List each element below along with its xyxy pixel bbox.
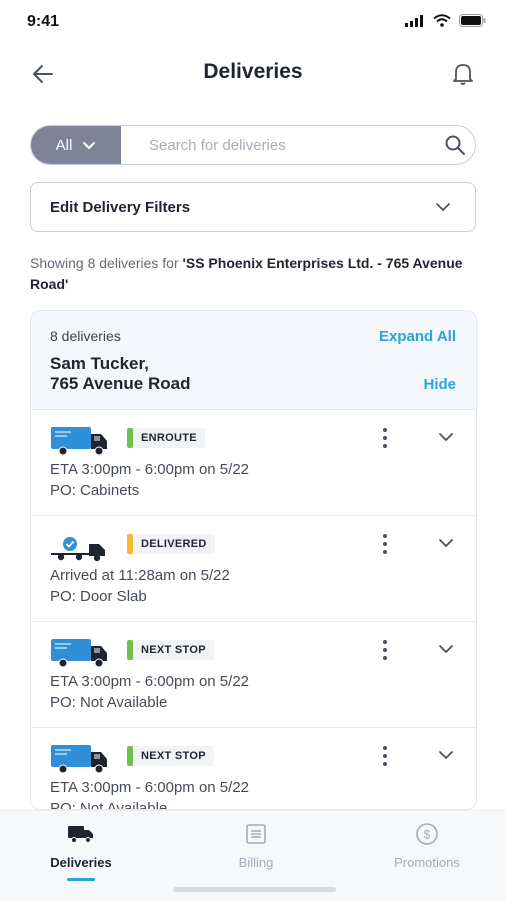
search-icon	[445, 135, 465, 155]
delivery-row[interactable]: NEXT STOP ETA 3:00pm - 6:00pm on 5/22 PO…	[31, 622, 476, 728]
signal-icon	[405, 14, 423, 27]
more-options-button[interactable]	[378, 532, 392, 556]
search-button[interactable]	[435, 126, 475, 164]
kebab-dot	[383, 534, 387, 538]
kebab-dot	[383, 428, 387, 432]
edit-filters-button[interactable]: Edit Delivery Filters	[30, 182, 476, 232]
tab-promotions[interactable]: $ Promotions	[367, 821, 487, 870]
kebab-dot	[383, 746, 387, 750]
status-badge: NEXT STOP	[127, 746, 214, 766]
delivery-eta: ETA 3:00pm - 6:00pm on 5/22	[50, 673, 250, 690]
tab-billing[interactable]: Billing	[196, 821, 316, 870]
tab-label: Promotions	[394, 855, 460, 870]
kebab-dot	[383, 444, 387, 448]
truck-icon	[51, 427, 107, 456]
delivery-po: PO: Not Available	[50, 800, 168, 810]
battery-icon	[459, 14, 486, 27]
chevron-down-icon	[83, 141, 96, 149]
tab-label: Billing	[238, 855, 274, 870]
kebab-dot	[383, 754, 387, 758]
status-color-bar	[127, 534, 133, 554]
customer-line-2: 765 Avenue Road	[50, 374, 191, 393]
delivered-truck-icon	[51, 537, 105, 562]
status-label: DELIVERED	[141, 538, 207, 550]
customer-line-1: Sam Tucker,	[50, 354, 149, 373]
chevron-down-icon	[439, 751, 453, 760]
truck-icon	[68, 826, 93, 843]
status-label: NEXT STOP	[141, 750, 206, 762]
results-summary: Showing 8 deliveries for 'SS Phoenix Ent…	[30, 253, 480, 295]
chevron-down-icon	[439, 539, 453, 548]
tab-deliveries[interactable]: Deliveries	[21, 821, 141, 881]
expand-row-button[interactable]	[436, 430, 456, 446]
dollar-badge-icon: $	[416, 823, 438, 845]
app-header: Deliveries	[0, 50, 506, 98]
status-badge: DELIVERED	[127, 534, 215, 554]
home-indicator	[173, 887, 336, 892]
expand-row-button[interactable]	[436, 642, 456, 658]
kebab-dot	[383, 640, 387, 644]
bell-icon	[453, 64, 473, 85]
status-badge: ENROUTE	[127, 428, 205, 448]
status-icons	[405, 14, 486, 27]
page-title: Deliveries	[203, 60, 303, 83]
filters-label: Edit Delivery Filters	[50, 198, 191, 216]
truck-icon	[51, 745, 107, 774]
kebab-dot	[383, 762, 387, 766]
expand-all-link[interactable]: Expand All	[379, 328, 456, 345]
status-color-bar	[127, 428, 133, 448]
more-options-button[interactable]	[378, 638, 392, 662]
status-label: NEXT STOP	[141, 644, 206, 656]
svg-text:$: $	[424, 828, 431, 842]
kebab-dot	[383, 550, 387, 554]
delivery-po: PO: Door Slab	[50, 588, 147, 605]
delivery-eta: ETA 3:00pm - 6:00pm on 5/22	[50, 461, 250, 478]
tab-label: Deliveries	[50, 855, 112, 870]
more-options-button[interactable]	[378, 426, 392, 450]
delivery-po: PO: Cabinets	[50, 482, 140, 499]
search-bar: All	[30, 125, 476, 165]
delivery-row[interactable]: NEXT STOP ETA 3:00pm - 6:00pm on 5/22 PO…	[31, 728, 476, 810]
delivery-eta: ETA 3:00pm - 6:00pm on 5/22	[50, 779, 250, 796]
notifications-button[interactable]	[452, 62, 476, 86]
expand-row-button[interactable]	[436, 536, 456, 552]
group-header: 8 deliveries Expand All Sam Tucker, 765 …	[31, 311, 476, 410]
scope-dropdown[interactable]: All	[31, 126, 121, 164]
group-count: 8 deliveries	[50, 328, 121, 344]
search-input[interactable]	[121, 126, 435, 164]
kebab-dot	[383, 656, 387, 660]
chevron-down-icon	[439, 433, 453, 442]
status-color-bar	[127, 640, 133, 660]
kebab-dot	[383, 436, 387, 440]
chevron-down-icon	[439, 645, 453, 654]
truck-icon	[51, 639, 107, 668]
hide-link[interactable]: Hide	[423, 376, 456, 393]
scope-label: All	[55, 136, 73, 154]
delivery-eta: Arrived at 11:28am on 5/22	[50, 567, 230, 584]
delivery-row[interactable]: ENROUTE ETA 3:00pm - 6:00pm on 5/22 PO: …	[31, 410, 476, 516]
delivery-list: ENROUTE ETA 3:00pm - 6:00pm on 5/22 PO: …	[31, 410, 476, 810]
active-tab-indicator	[67, 878, 95, 881]
chevron-down-icon	[436, 203, 450, 212]
receipt-icon	[246, 824, 266, 844]
kebab-dot	[383, 648, 387, 652]
expand-row-button[interactable]	[436, 748, 456, 764]
status-bar: 9:41	[0, 0, 506, 44]
wifi-icon	[433, 14, 451, 27]
more-options-button[interactable]	[378, 744, 392, 768]
status-badge: NEXT STOP	[127, 640, 214, 660]
summary-prefix: Showing 8 deliveries for	[30, 255, 183, 271]
customer-name: Sam Tucker, 765 Avenue Road	[50, 354, 190, 394]
delivery-po: PO: Not Available	[50, 694, 168, 711]
status-time: 9:41	[27, 13, 60, 30]
delivery-group-card: 8 deliveries Expand All Sam Tucker, 765 …	[30, 310, 477, 810]
kebab-dot	[383, 542, 387, 546]
status-label: ENROUTE	[141, 432, 197, 444]
status-color-bar	[127, 746, 133, 766]
delivery-row[interactable]: DELIVERED Arrived at 11:28am on 5/22 PO:…	[31, 516, 476, 622]
